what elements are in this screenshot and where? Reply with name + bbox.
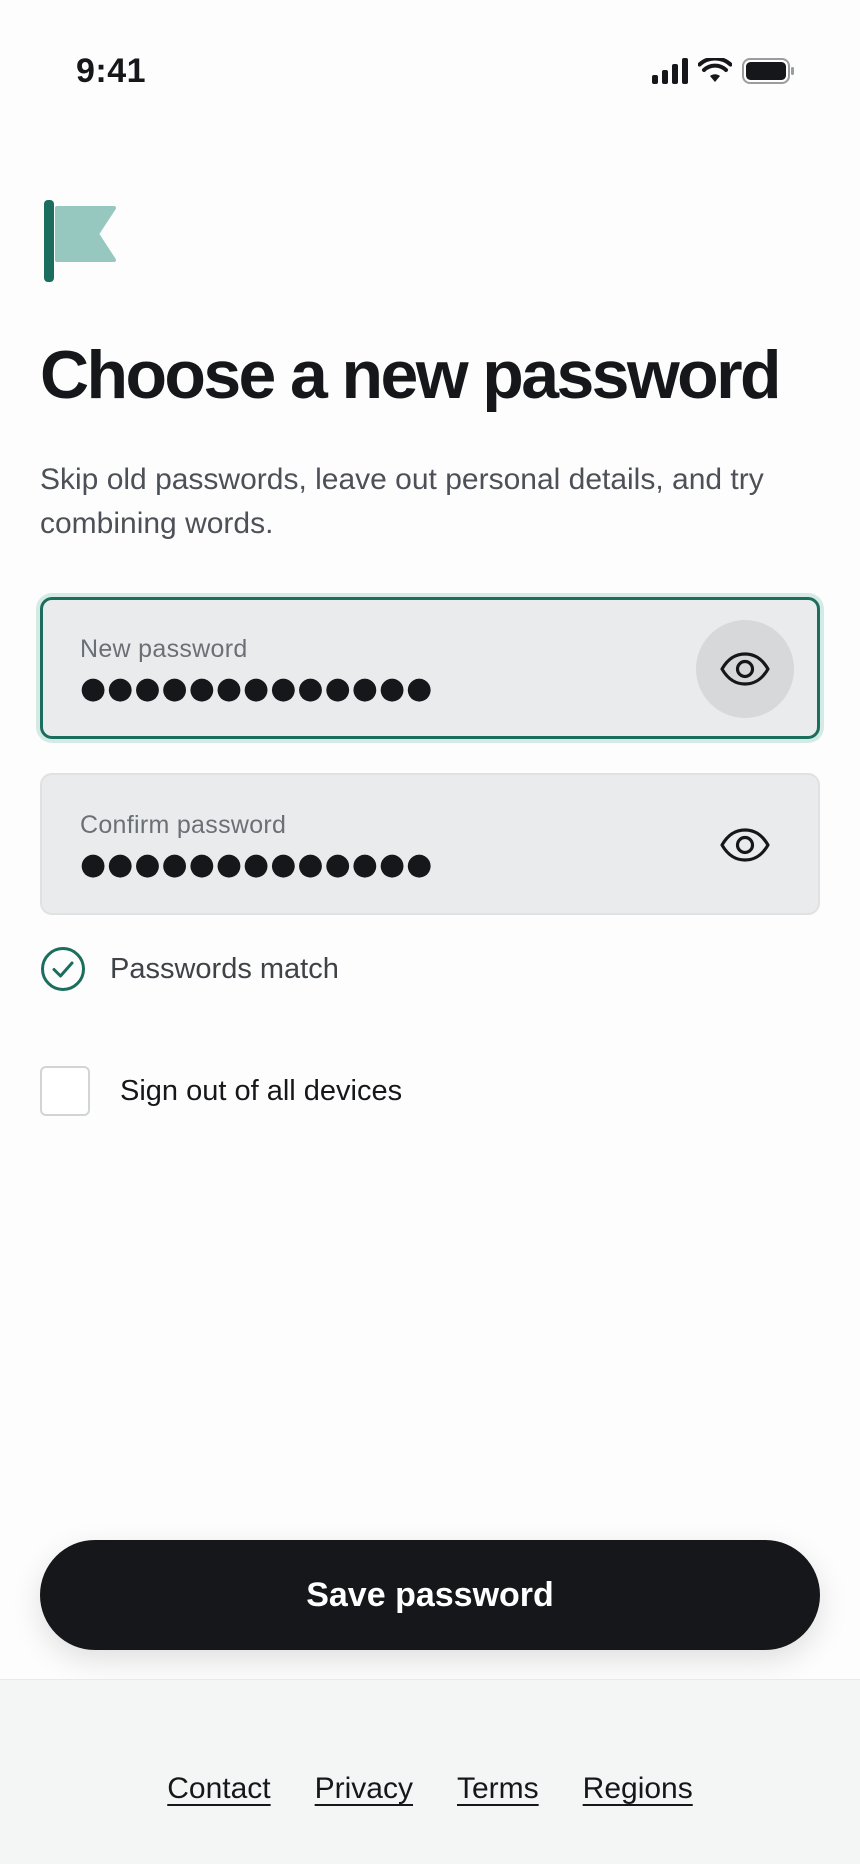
confirm-password-field[interactable]: Confirm password ●●●●●●●●●●●●● — [40, 773, 820, 915]
show-new-password-button[interactable] — [696, 620, 794, 718]
wifi-icon — [698, 58, 732, 82]
footer-link-regions[interactable]: Regions — [583, 1772, 693, 1806]
page-subtitle: Skip old passwords, leave out personal d… — [40, 463, 764, 540]
sign-out-all-devices-option[interactable]: Sign out of all devices — [40, 1066, 402, 1116]
cellular-signal-icon — [652, 58, 688, 84]
sign-out-all-devices-checkbox[interactable] — [40, 1066, 90, 1116]
confirm-password-label: Confirm password — [80, 811, 287, 839]
footer: Contact Privacy Terms Regions — [0, 1679, 860, 1864]
new-password-label: New password — [80, 635, 248, 663]
brand-flag-logo — [44, 200, 116, 282]
status-time: 9:41 — [76, 52, 147, 90]
new-password-field[interactable]: New password ●●●●●●●●●●●●● — [40, 597, 820, 739]
eye-icon — [720, 652, 770, 686]
sign-out-all-devices-label[interactable]: Sign out of all devices — [120, 1075, 402, 1108]
show-confirm-password-button[interactable] — [696, 796, 794, 894]
footer-links: Contact Privacy Terms Regions — [0, 1772, 860, 1806]
password-match-hint: Passwords match — [40, 946, 339, 992]
footer-link-contact[interactable]: Contact — [167, 1772, 270, 1806]
footer-link-terms[interactable]: Terms — [457, 1772, 539, 1806]
new-password-input[interactable]: ●●●●●●●●●●●●● — [80, 671, 640, 706]
save-password-button[interactable]: Save password — [40, 1540, 820, 1650]
footer-link-privacy[interactable]: Privacy — [315, 1772, 413, 1806]
status-bar: 9:41 — [0, 0, 860, 150]
eye-icon — [720, 828, 770, 862]
confirm-password-input[interactable]: ●●●●●●●●●●●●● — [80, 847, 640, 882]
check-circle-icon — [41, 947, 85, 991]
battery-icon — [742, 58, 794, 84]
page-title: Choose a new password — [40, 337, 782, 413]
password-match-text: Passwords match — [110, 952, 339, 985]
status-icons — [652, 58, 796, 84]
